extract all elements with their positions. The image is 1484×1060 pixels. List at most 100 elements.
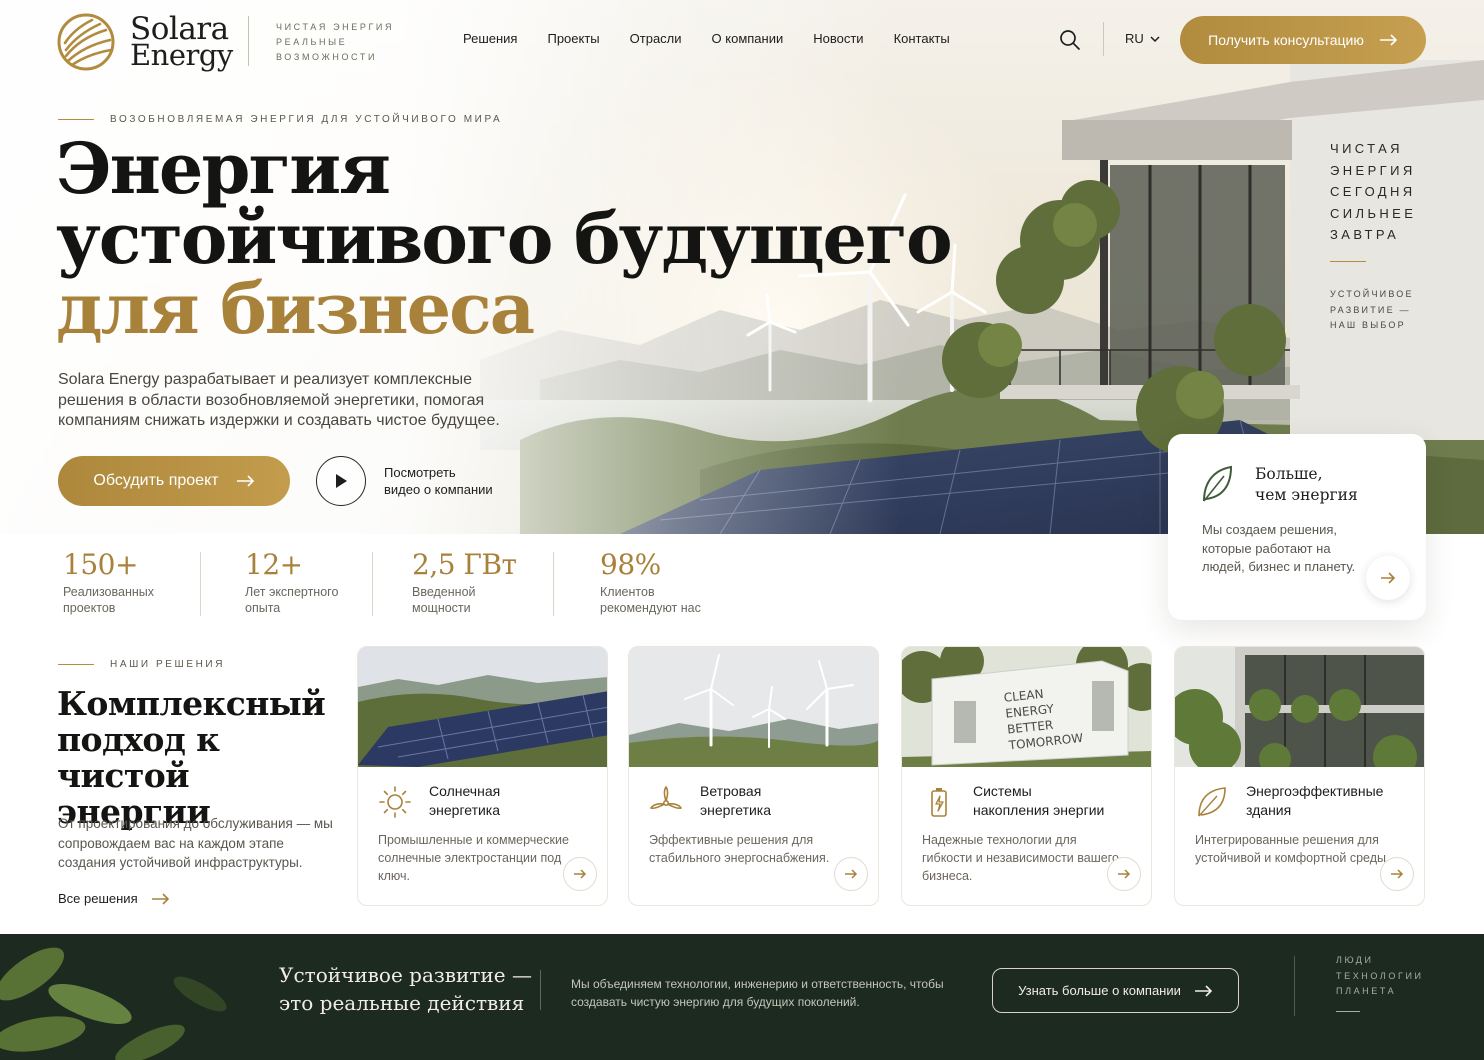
band-title: Устойчивое развитие — это реальные дейст…	[279, 961, 532, 1017]
stat-divider	[372, 552, 373, 616]
nav-item-about[interactable]: О компании	[712, 31, 784, 46]
battery-icon	[931, 788, 947, 817]
solution-card-arrow-button[interactable]	[1107, 857, 1141, 891]
tagline-line: ЧИСТАЯ ЭНЕРГИЯ	[276, 22, 395, 32]
eyebrow-line	[58, 664, 94, 665]
stat-capacity: 2,5 ГВт Введенной мощности	[412, 548, 517, 616]
side-slogan-word: ЭНЕРГИЯ	[1330, 162, 1416, 178]
card-title-line1: Ветровая	[700, 783, 762, 799]
highlight-card-text: Мы создаем решения, которые работают на …	[1202, 522, 1356, 574]
stat-label: Клиентов рекомендуют нас	[600, 585, 701, 616]
tagline-line: РЕАЛЬНЫЕ	[276, 37, 348, 47]
stat-value: 12+	[245, 548, 303, 581]
solutions-description: От проектирования до обслуживания — мы с…	[58, 816, 333, 870]
hero-title-line1: Энергия	[56, 127, 391, 210]
tagline-line: ВОЗМОЖНОСТИ	[276, 52, 378, 62]
stat-label-line2: рекомендуют нас	[600, 600, 701, 615]
stat-value: 98%	[600, 548, 661, 581]
solution-card-title: Ветровая энергетика	[700, 782, 870, 820]
hero-title-line2: устойчивого будущего	[56, 197, 953, 280]
stat-clients: 98% Клиентов рекомендуют нас	[600, 548, 701, 616]
brand-name-line2: Energy	[130, 38, 233, 72]
decorative-leaves	[0, 947, 227, 1060]
band-keywords-line	[1336, 1011, 1360, 1012]
discuss-project-button[interactable]: Обсудить проект	[58, 456, 290, 506]
leaf-icon	[1203, 465, 1233, 502]
header-divider	[1103, 22, 1104, 56]
side-sub-line: РАЗВИТИЕ —	[1330, 304, 1411, 315]
highlight-title-line1: Больше,	[1255, 465, 1323, 483]
solution-card-text: Эффективные решения для стабильного энер…	[649, 833, 830, 865]
hero-description: Solara Energy разрабатывает и реализует …	[58, 371, 500, 429]
arrow-right-icon	[1379, 34, 1397, 46]
language-selector[interactable]: RU	[1125, 31, 1160, 46]
stat-label-line1: Введенной	[412, 585, 476, 599]
sun-icon	[379, 786, 411, 818]
highlight-card-arrow-button[interactable]	[1366, 556, 1410, 600]
arrow-right-icon	[1194, 984, 1213, 997]
language-label: RU	[1125, 31, 1144, 46]
band-divider	[1294, 956, 1295, 1016]
chevron-down-icon	[1150, 35, 1160, 42]
solution-card-buildings[interactable]: Энергоэффективные здания Интегрированные…	[1174, 646, 1425, 906]
solution-card-arrow-button[interactable]	[563, 857, 597, 891]
about-company-button[interactable]: Узнать больше о компании	[992, 968, 1239, 1013]
solution-card-wind[interactable]: Ветровая энергетика Эффективные решения …	[628, 646, 879, 906]
solutions-eyebrow: НАШИ РЕШЕНИЯ	[58, 659, 225, 670]
solution-card-title: Энергоэффективные здания	[1246, 782, 1416, 820]
card-title-line1: Системы	[973, 783, 1032, 799]
stat-divider	[200, 552, 201, 616]
hero-eyebrow: ВОЗОБНОВЛЯЕМАЯ ЭНЕРГИЯ ДЛЯ УСТОЙЧИВОГО М…	[58, 114, 502, 125]
main-nav: Решения Проекты Отрасли О компании Новос…	[463, 31, 980, 46]
highlight-title-line2: чем энергия	[1255, 486, 1358, 504]
discuss-project-label: Обсудить проект	[93, 472, 219, 489]
solution-card-solar[interactable]: Солнечная энергетика Промышленные и комм…	[357, 646, 608, 906]
solution-card-arrow-button[interactable]	[834, 857, 868, 891]
consultation-button-label: Получить консультацию	[1208, 32, 1364, 48]
card-title-line2: здания	[1246, 802, 1292, 818]
band-title-line2: это реальные действия	[279, 991, 525, 1015]
hero-eyebrow-text: ВОЗОБНОВЛЯЕМАЯ ЭНЕРГИЯ ДЛЯ УСТОЙЧИВОГО М…	[110, 114, 503, 125]
consultation-button[interactable]: Получить консультацию	[1180, 16, 1426, 64]
play-video-button[interactable]	[316, 456, 366, 506]
solution-card-storage[interactable]: CLEAN ENERGY BETTER TOMORROW Системы нак…	[901, 646, 1152, 906]
solution-card-arrow-button[interactable]	[1380, 857, 1414, 891]
nav-item-solutions[interactable]: Решения	[463, 31, 517, 46]
band-keyword: ТЕХНОЛОГИИ	[1336, 970, 1424, 981]
stat-label-line2: проектов	[63, 600, 116, 615]
card-title-line2: накопления энергии	[973, 802, 1105, 818]
solution-card-text: Промышленные и коммерческие солнечные эл…	[378, 833, 569, 883]
all-solutions-link[interactable]: Все решения	[58, 891, 170, 906]
search-icon[interactable]	[1058, 28, 1082, 52]
stat-experience: 12+ Лет экспертного опыта	[245, 548, 338, 616]
band-keywords: ЛЮДИ ТЕХНОЛОГИИ ПЛАНЕТА	[1336, 953, 1424, 1000]
green-building-image	[1175, 647, 1424, 767]
eyebrow-line	[58, 119, 94, 120]
more-than-energy-card: Больше, чем энергия Мы создаем решения, …	[1168, 434, 1426, 620]
solutions-eyebrow-text: НАШИ РЕШЕНИЯ	[110, 659, 226, 670]
side-slogan-word: ЗАВТРА	[1330, 227, 1400, 242]
brand-logo[interactable]: Solara Energy	[56, 12, 233, 72]
highlight-card-title: Больше, чем энергия	[1255, 464, 1405, 506]
solutions-title: Комплексный подход к чистой энергии	[57, 684, 326, 831]
arrow-right-icon	[151, 892, 169, 905]
nav-item-news[interactable]: Новости	[813, 31, 863, 46]
side-slogan-line	[1330, 261, 1366, 262]
video-label[interactable]: Посмотреть видео о компании	[384, 464, 524, 498]
card-title-line1: Солнечная	[429, 783, 501, 799]
nav-item-projects[interactable]: Проекты	[547, 31, 599, 46]
arrow-right-icon	[236, 475, 254, 487]
hero-side-subtext: УСТОЙЧИВОЕ РАЗВИТИЕ — НАШ ВЫБОР	[1330, 287, 1414, 334]
band-keyword: ЛЮДИ	[1336, 955, 1374, 965]
hero-title-line3: для бизнеса	[56, 267, 535, 350]
arrow-right-icon	[1391, 869, 1404, 879]
arrow-right-icon	[1381, 572, 1396, 584]
band-divider	[540, 970, 541, 1010]
nav-item-industries[interactable]: Отрасли	[630, 31, 682, 46]
logo-divider	[248, 16, 249, 66]
solution-card-title: Солнечная энергетика	[429, 782, 599, 820]
leaf-icon	[1198, 787, 1226, 817]
card-title-line2: энергетика	[700, 802, 772, 818]
card-title-line2: энергетика	[429, 802, 501, 818]
nav-item-contacts[interactable]: Контакты	[894, 31, 950, 46]
